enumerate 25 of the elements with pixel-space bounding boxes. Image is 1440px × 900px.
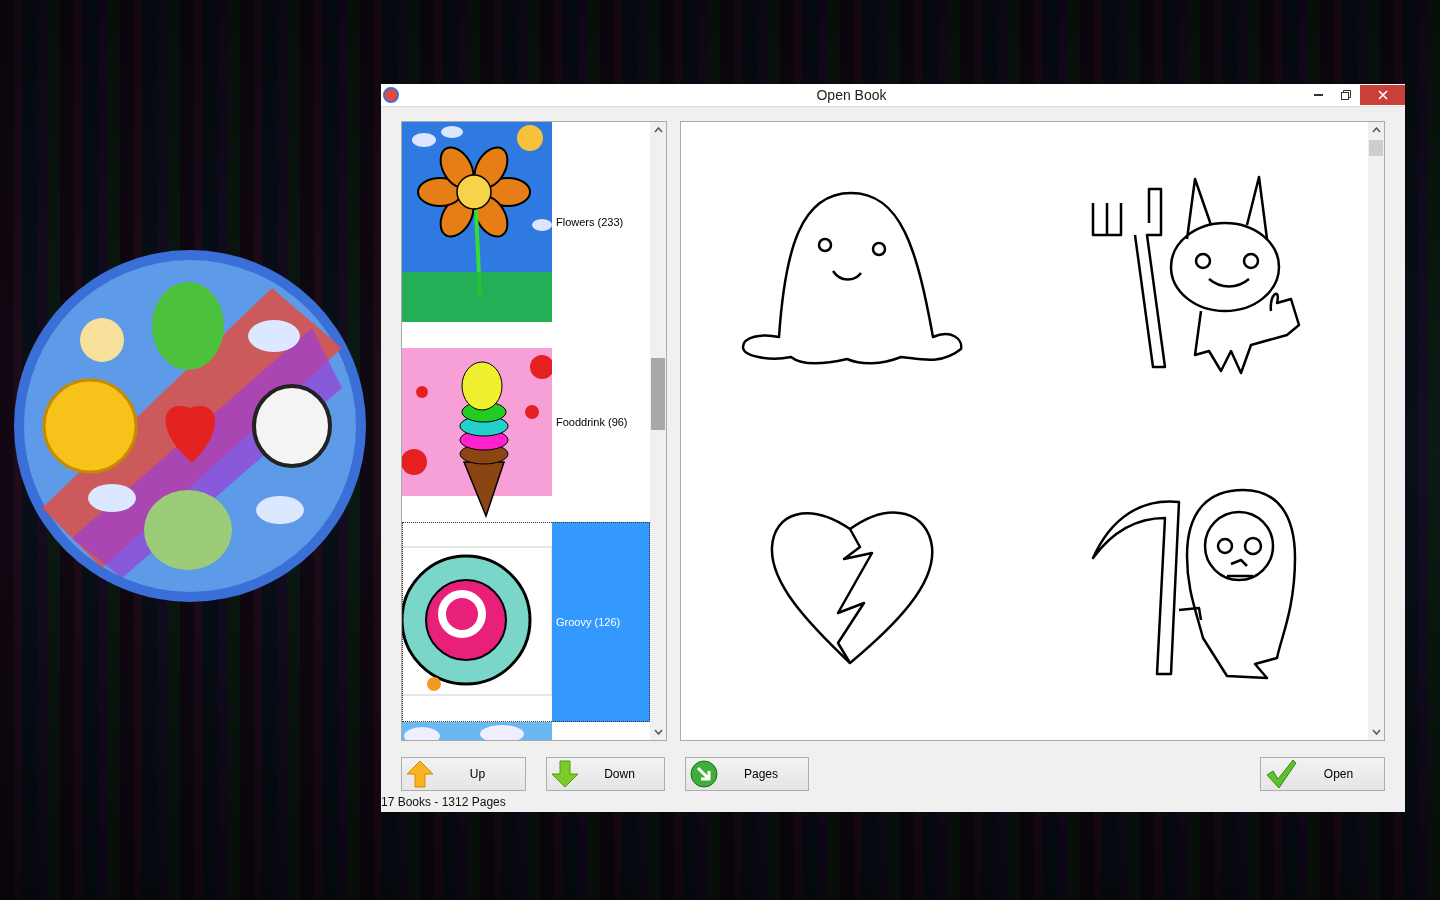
up-arrow-icon [406,760,434,788]
scroll-up-icon[interactable] [1371,127,1381,133]
scroll-down-icon[interactable] [1371,729,1381,735]
book-list-item[interactable]: Flowers (233) [402,122,651,322]
list-scrollbar[interactable] [650,122,667,740]
preview-scrollbar[interactable] [1368,122,1384,740]
restore-icon [1341,90,1351,100]
window-title: Open Book [815,87,888,103]
scroll-up-icon[interactable] [653,127,663,133]
arrow-circle-icon [690,760,718,788]
close-icon [1377,90,1388,100]
scroll-thumb[interactable] [1369,140,1383,156]
book-list-item[interactable]: Fooddrink (96) [402,322,651,522]
check-button[interactable]: Open [1260,757,1385,791]
scroll-thumb[interactable] [651,358,666,430]
app-icon [383,87,399,103]
book-label: Groovy (126) [552,522,651,722]
minimize-icon [1313,94,1323,96]
up-button[interactable]: Up [401,757,526,791]
down-arrow-icon [551,760,579,788]
status-text: 17 Books - 1312 Pages [381,795,506,809]
pages-button[interactable]: Pages [685,757,809,791]
scroll-down-icon[interactable] [653,729,663,735]
checkmark-icon [1265,759,1297,789]
down-button[interactable]: Down [546,757,665,791]
